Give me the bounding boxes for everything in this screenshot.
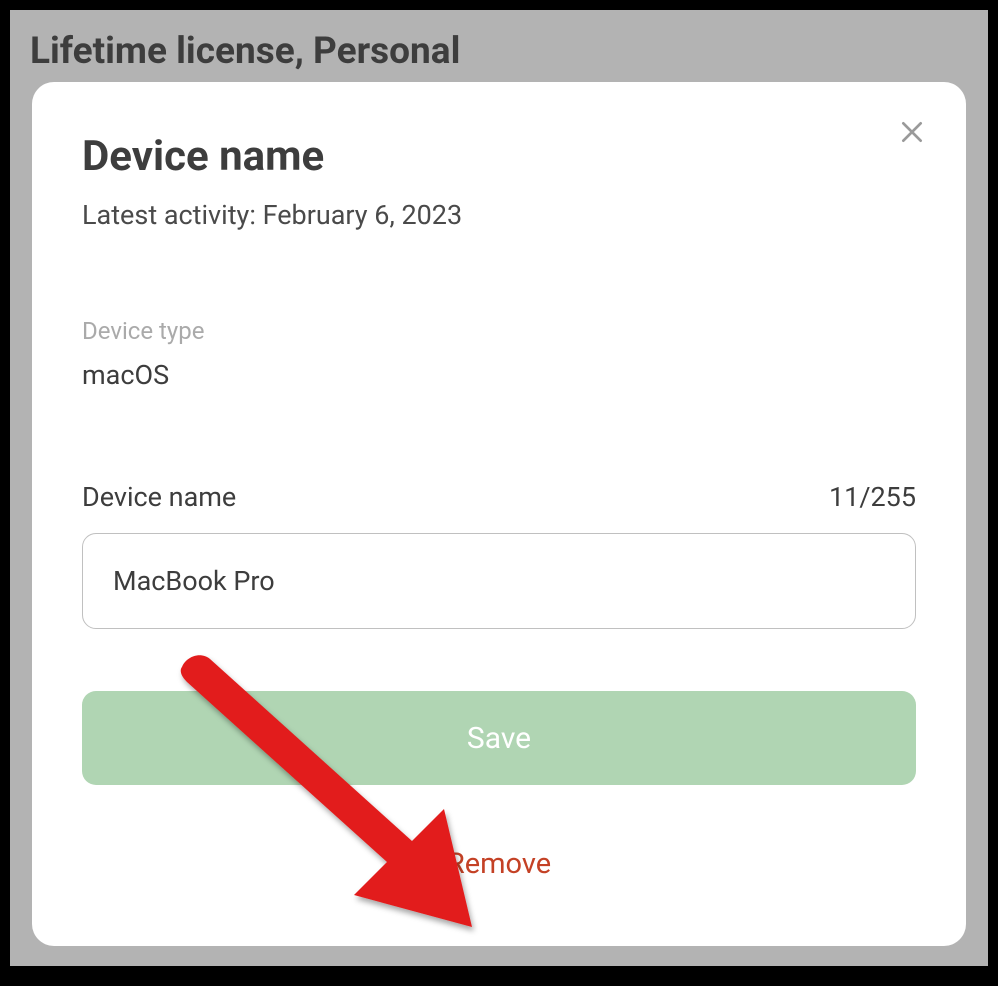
- device-name-section: Device name 11/255: [82, 481, 916, 629]
- device-type-section: Device type macOS: [82, 317, 916, 391]
- device-name-modal: Device name Latest activity: February 6,…: [32, 82, 966, 946]
- char-count: 11/255: [829, 481, 916, 513]
- device-name-label: Device name: [82, 481, 236, 513]
- latest-activity-label: Latest activity:: [82, 199, 263, 231]
- remove-link[interactable]: Remove: [82, 847, 916, 881]
- close-button[interactable]: [896, 116, 928, 148]
- close-icon: [899, 119, 925, 145]
- latest-activity-date: February 6, 2023: [263, 199, 463, 231]
- device-type-label: Device type: [82, 317, 916, 345]
- latest-activity: Latest activity: February 6, 2023: [82, 199, 916, 231]
- save-button[interactable]: Save: [82, 691, 916, 785]
- page-title: Lifetime license, Personal: [10, 10, 988, 83]
- modal-title: Device name: [82, 132, 916, 181]
- device-name-input[interactable]: [82, 533, 916, 629]
- device-type-value: macOS: [82, 359, 916, 391]
